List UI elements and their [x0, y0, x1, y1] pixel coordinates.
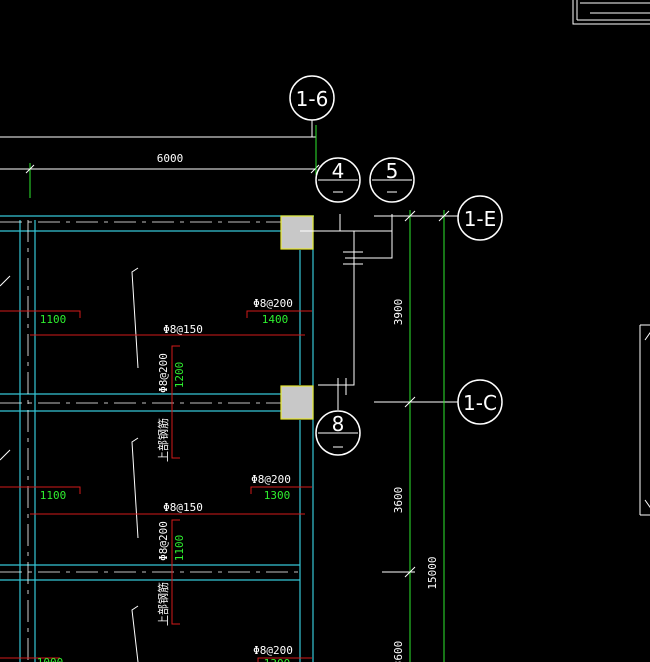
elevation-outline-fragment: [639, 324, 650, 516]
structural-plan-drawing: 6000 1-6 4 5 8 3900 3600 15000 3600 1-E …: [0, 0, 650, 662]
title-block-fragment: [572, 0, 650, 25]
column-upper[interactable]: [280, 215, 314, 250]
lower-tag: 上部钢筋: [156, 582, 170, 626]
detail-marker-4[interactable]: 4: [315, 157, 361, 203]
lower-right-spec: Φ8@200: [251, 473, 291, 486]
grid-bubble-1-6[interactable]: 1-6: [289, 75, 335, 137]
dim-right-bottom: 3600: [392, 641, 405, 662]
lower-slab-rebars: [0, 486, 312, 662]
upper-vert-length: 1200: [173, 362, 186, 389]
upper-right-length: 1400: [262, 313, 289, 326]
lower-mid-spec: Φ8@150: [163, 501, 203, 514]
upper-vert-spec: Φ8@200: [157, 353, 170, 393]
grid-bubble-1-C[interactable]: 1-C: [457, 379, 503, 425]
dim-right-total: 15000: [426, 556, 439, 589]
marker-4-label: 4: [332, 159, 345, 183]
marker-8-label: 8: [332, 412, 345, 436]
detail-marker-5[interactable]: 5: [369, 157, 415, 203]
lower-right-length: 1300: [264, 489, 291, 502]
grid-label-1-6: 1-6: [296, 87, 329, 111]
upper-mid-spec: Φ8@150: [163, 323, 203, 336]
lower-vert-spec: Φ8@200: [157, 521, 170, 561]
grid-bubble-1-E[interactable]: 1-E: [457, 195, 503, 241]
right-dimension: [374, 210, 458, 662]
upper-right-spec: Φ8@200: [253, 297, 293, 310]
marker-5-label: 5: [386, 159, 399, 183]
cad-canvas[interactable]: 6000 1-6 4 5 8 3900 3600 15000 3600 1-E …: [0, 0, 650, 662]
upper-slab-rebars: [0, 310, 312, 459]
upper-left-length: 1100: [40, 313, 67, 326]
lower-vert-length: 1100: [173, 535, 186, 562]
beam-centerlines: [0, 220, 300, 662]
bottom-right-length: 1300: [264, 657, 291, 662]
dim-right-upper: 3900: [392, 299, 405, 326]
section-leaders: [300, 214, 393, 410]
upper-tag: 上部钢筋: [156, 418, 170, 462]
bottom-right-spec: Φ8@200: [253, 644, 293, 657]
grid-label-1-E: 1-E: [464, 207, 497, 231]
lower-left-length: 1100: [40, 489, 67, 502]
detail-marker-8[interactable]: 8: [315, 410, 361, 456]
dim-top-span: 6000: [157, 152, 184, 165]
bottom-left-length: 1000: [37, 656, 64, 662]
grid-label-1-C: 1-C: [463, 391, 497, 415]
dim-right-lower: 3600: [392, 487, 405, 514]
slab-marks: [0, 267, 139, 662]
column-lower[interactable]: [280, 385, 314, 420]
